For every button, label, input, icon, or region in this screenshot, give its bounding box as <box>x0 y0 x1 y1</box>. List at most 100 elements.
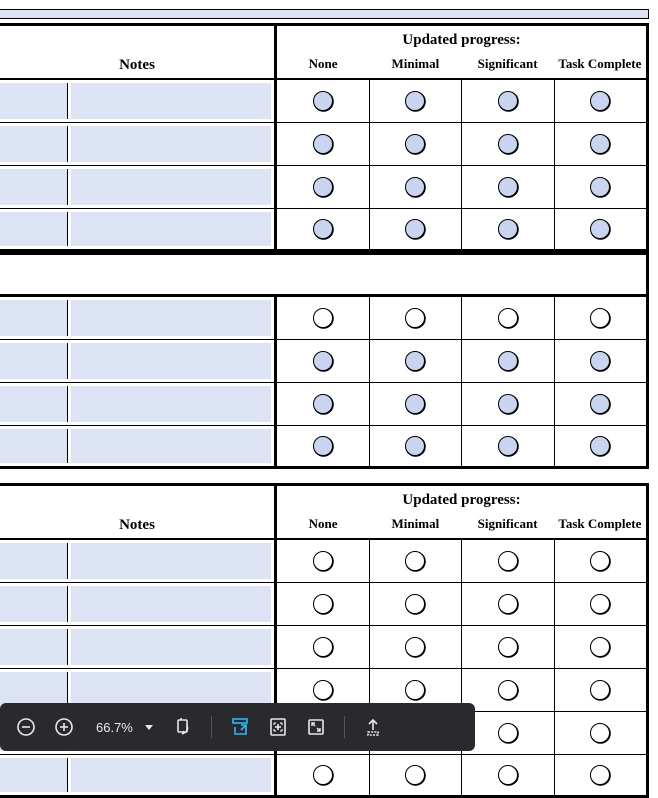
radio-button[interactable] <box>313 436 333 456</box>
notes-cell[interactable] <box>0 755 277 795</box>
radio-button[interactable] <box>498 91 518 111</box>
radio-button[interactable] <box>313 765 333 785</box>
radio-button[interactable] <box>498 134 518 154</box>
notes-right-field[interactable] <box>71 758 271 792</box>
notes-right-field[interactable] <box>71 126 271 162</box>
radio-button[interactable] <box>313 177 333 197</box>
notes-cell[interactable] <box>0 297 277 339</box>
radio-button[interactable] <box>405 219 425 239</box>
notes-cell[interactable] <box>0 209 277 249</box>
radio-button[interactable] <box>590 594 610 614</box>
notes-left-field[interactable] <box>0 543 68 579</box>
notes-cell[interactable] <box>0 123 277 165</box>
radio-button[interactable] <box>313 637 333 657</box>
notes-cell[interactable] <box>0 383 277 425</box>
radio-button[interactable] <box>313 351 333 371</box>
zoom-out-button[interactable] <box>10 711 42 743</box>
notes-right-field[interactable] <box>71 343 271 379</box>
radio-button[interactable] <box>590 219 610 239</box>
radio-button[interactable] <box>590 765 610 785</box>
radio-button[interactable] <box>313 308 333 328</box>
notes-cell[interactable] <box>0 540 277 582</box>
radio-button[interactable] <box>313 394 333 414</box>
radio-button[interactable] <box>498 594 518 614</box>
share-button[interactable] <box>357 711 389 743</box>
radio-button[interactable] <box>590 436 610 456</box>
radio-button[interactable] <box>405 134 425 154</box>
notes-right-field[interactable] <box>71 212 271 246</box>
notes-right-field[interactable] <box>71 543 271 579</box>
notes-left-field[interactable] <box>0 429 68 463</box>
notes-right-field[interactable] <box>71 386 271 422</box>
radio-button[interactable] <box>498 177 518 197</box>
radio-button[interactable] <box>498 723 518 743</box>
radio-button[interactable] <box>313 134 333 154</box>
radio-button[interactable] <box>405 637 425 657</box>
radio-button[interactable] <box>590 680 610 700</box>
notes-right-field[interactable] <box>71 83 271 119</box>
notes-cell[interactable] <box>0 80 277 122</box>
radio-button[interactable] <box>313 594 333 614</box>
fullscreen-button[interactable] <box>300 711 332 743</box>
radio-cell <box>370 297 463 339</box>
notes-right-field[interactable] <box>71 629 271 665</box>
notes-left-field[interactable] <box>0 586 68 622</box>
radio-button[interactable] <box>405 680 425 700</box>
notes-cell[interactable] <box>0 340 277 382</box>
radio-button[interactable] <box>590 394 610 414</box>
radio-button[interactable] <box>498 219 518 239</box>
notes-right-field[interactable] <box>71 300 271 336</box>
notes-cell[interactable] <box>0 583 277 625</box>
radio-button[interactable] <box>498 436 518 456</box>
radio-button[interactable] <box>498 680 518 700</box>
radio-button[interactable] <box>405 91 425 111</box>
notes-cell[interactable] <box>0 426 277 466</box>
zoom-dropdown-caret[interactable] <box>145 725 153 730</box>
radio-button[interactable] <box>590 177 610 197</box>
radio-button[interactable] <box>313 219 333 239</box>
radio-button[interactable] <box>498 351 518 371</box>
radio-button[interactable] <box>405 351 425 371</box>
notes-left-field[interactable] <box>0 126 68 162</box>
radio-button[interactable] <box>405 436 425 456</box>
rotate-button[interactable] <box>167 711 199 743</box>
radio-button[interactable] <box>405 308 425 328</box>
radio-button[interactable] <box>590 637 610 657</box>
radio-button[interactable] <box>590 551 610 571</box>
radio-button[interactable] <box>498 308 518 328</box>
radio-button[interactable] <box>498 637 518 657</box>
notes-left-field[interactable] <box>0 212 68 246</box>
radio-button[interactable] <box>590 351 610 371</box>
radio-button[interactable] <box>405 551 425 571</box>
radio-button[interactable] <box>590 308 610 328</box>
zoom-in-button[interactable] <box>48 711 80 743</box>
notes-left-field[interactable] <box>0 343 68 379</box>
notes-right-field[interactable] <box>71 586 271 622</box>
radio-button[interactable] <box>405 177 425 197</box>
radio-button[interactable] <box>313 680 333 700</box>
notes-left-field[interactable] <box>0 629 68 665</box>
radio-button[interactable] <box>405 765 425 785</box>
radio-button[interactable] <box>498 394 518 414</box>
radio-button[interactable] <box>498 765 518 785</box>
page-width-button[interactable] <box>224 711 256 743</box>
zoom-level[interactable]: 66.7% <box>86 720 139 735</box>
notes-right-field[interactable] <box>71 169 271 205</box>
notes-left-field[interactable] <box>0 300 68 336</box>
radio-button[interactable] <box>590 91 610 111</box>
notes-left-field[interactable] <box>0 169 68 205</box>
notes-left-field[interactable] <box>0 83 68 119</box>
radio-button[interactable] <box>590 134 610 154</box>
notes-right-field[interactable] <box>71 429 271 463</box>
notes-left-field[interactable] <box>0 758 68 792</box>
radio-button[interactable] <box>313 91 333 111</box>
notes-cell[interactable] <box>0 626 277 668</box>
radio-button[interactable] <box>498 551 518 571</box>
fit-page-button[interactable] <box>262 711 294 743</box>
radio-button[interactable] <box>313 551 333 571</box>
notes-cell[interactable] <box>0 166 277 208</box>
radio-button[interactable] <box>405 594 425 614</box>
radio-button[interactable] <box>405 394 425 414</box>
radio-button[interactable] <box>590 723 610 743</box>
notes-left-field[interactable] <box>0 386 68 422</box>
